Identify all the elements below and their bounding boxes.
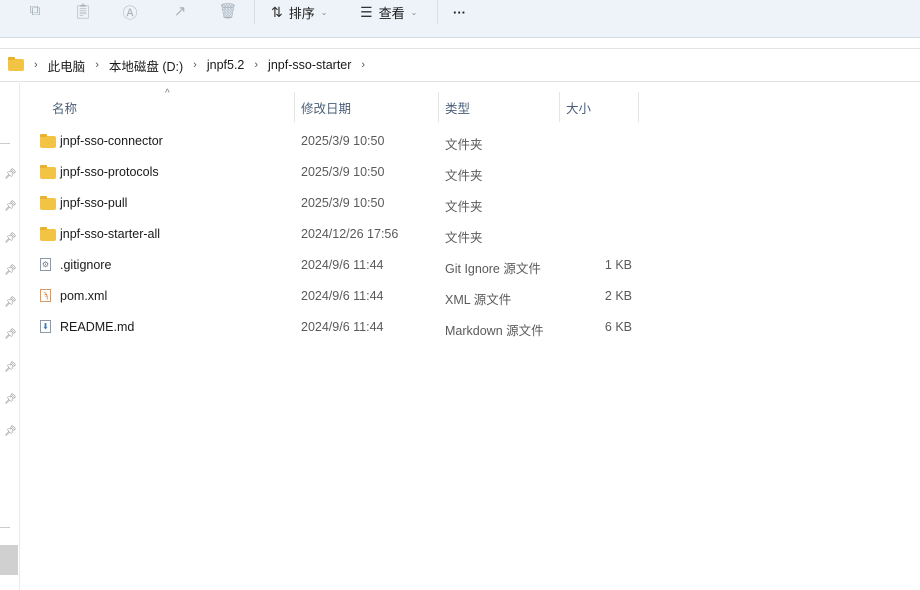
breadcrumb-item[interactable]: jnpf5.2 <box>207 58 245 72</box>
file-name: jnpf-sso-protocols <box>60 165 159 179</box>
file-date: 2025/3/9 10:50 <box>301 196 385 210</box>
chevron-down-icon: ⌄ <box>320 7 328 17</box>
divider <box>0 527 10 528</box>
sort-button[interactable]: ⇅ 排序 ⌄ <box>271 2 327 22</box>
folder-icon <box>40 196 56 210</box>
breadcrumb-item[interactable]: 此电脑 <box>48 56 86 75</box>
pin-icon[interactable]: 📌︎ <box>4 265 17 276</box>
divider <box>437 0 438 24</box>
chevron-right-icon[interactable]: › <box>254 59 258 71</box>
breadcrumb-item[interactable]: jnpf-sso-starter <box>268 58 351 72</box>
column-divider[interactable] <box>438 92 439 122</box>
file-type: 文件夹 <box>445 200 483 214</box>
folder-icon <box>8 57 24 71</box>
file-name: jnpf-sso-connector <box>60 134 163 148</box>
delete-icon[interactable]: 🗑︎ <box>217 2 239 20</box>
file-name: .gitignore <box>60 258 112 272</box>
column-header-type[interactable]: 类型 <box>445 92 470 122</box>
view-button[interactable]: ☰ 查看 ⌄ <box>360 2 417 22</box>
file-date: 2025/3/9 10:50 <box>301 134 385 148</box>
file-row[interactable]: ⬇ README.md 2024/9/6 11:44 Markdown 源文件 6… <box>38 314 638 342</box>
file-type: XML 源文件 <box>445 293 512 307</box>
chevron-down-icon: ⌄ <box>410 7 418 17</box>
paste-icon[interactable]: 📋︎ <box>72 2 94 20</box>
column-header-date[interactable]: 修改日期 <box>301 92 351 122</box>
rename-icon[interactable]: Ⓐ <box>119 2 141 22</box>
file-size: 1 KB <box>604 258 632 272</box>
column-divider[interactable] <box>294 92 295 122</box>
breadcrumb-item[interactable]: 本地磁盘 (D:) <box>109 56 183 75</box>
divider <box>0 143 10 144</box>
command-bar: ⧉ 📋︎ Ⓐ ↗ 🗑︎ ⇅ 排序 ⌄ ☰ 查看 ⌄ ··· <box>0 0 920 38</box>
file-name: pom.xml <box>60 289 108 303</box>
file-row[interactable]: jnpf-sso-connector 2025/3/9 10:50 文件夹 <box>38 128 638 156</box>
pin-icon[interactable]: 📌︎ <box>4 297 17 308</box>
sort-ascending-icon: ^ <box>165 88 170 99</box>
gear-file-icon: ⚙ <box>40 258 51 271</box>
file-row[interactable]: jnpf-sso-pull 2025/3/9 10:50 文件夹 <box>38 190 638 218</box>
share-icon[interactable]: ↗ <box>169 2 191 20</box>
chevron-right-icon[interactable]: › <box>95 59 99 71</box>
column-divider[interactable] <box>638 92 639 122</box>
file-name: README.md <box>60 320 135 334</box>
file-type: 文件夹 <box>445 169 483 183</box>
column-header-name[interactable]: 名称 <box>52 92 77 122</box>
file-date: 2024/9/6 11:44 <box>301 320 384 334</box>
file-date: 2024/9/6 11:44 <box>301 258 384 272</box>
folder-icon <box>40 134 56 148</box>
file-row[interactable]: jnpf-sso-starter-all 2024/12/26 17:56 文件… <box>38 221 638 249</box>
file-row[interactable]: ϡ pom.xml 2024/9/6 11:44 XML 源文件 2 KB <box>38 283 638 311</box>
file-type: 文件夹 <box>445 138 483 152</box>
file-size: 2 KB <box>604 289 632 303</box>
file-row[interactable]: ⚙ .gitignore 2024/9/6 11:44 Git Ignore 源文… <box>38 252 638 280</box>
chevron-right-icon[interactable]: › <box>34 59 38 71</box>
column-header-size[interactable]: 大小 <box>566 92 591 122</box>
pin-icon[interactable]: 📌︎ <box>4 201 17 212</box>
address-bar[interactable]: › 此电脑 › 本地磁盘 (D:) › jnpf5.2 › jnpf-sso-s… <box>0 48 920 82</box>
pin-icon[interactable]: 📌︎ <box>4 362 17 373</box>
folder-icon <box>40 227 56 241</box>
download-file-icon: ⬇ <box>40 320 51 333</box>
file-date: 2025/3/9 10:50 <box>301 165 385 179</box>
pin-icon[interactable]: 📌︎ <box>4 394 17 405</box>
rss-file-icon: ϡ <box>40 289 51 302</box>
file-date: 2024/9/6 11:44 <box>301 289 384 303</box>
divider <box>254 0 255 24</box>
sort-icon: ⇅ <box>271 3 283 20</box>
pin-icon[interactable]: 📌︎ <box>4 426 17 437</box>
file-name: jnpf-sso-pull <box>60 196 128 210</box>
scrollbar-thumb[interactable] <box>0 545 18 575</box>
file-date: 2024/12/26 17:56 <box>301 227 399 241</box>
pin-icon[interactable]: 📌︎ <box>4 169 17 180</box>
column-divider[interactable] <box>559 92 560 122</box>
navigation-pane: 📌︎ 📌︎ 📌︎ 📌︎ 📌︎ 📌︎ 📌︎ 📌︎ 📌︎ <box>0 83 20 590</box>
file-name: jnpf-sso-starter-all <box>60 227 161 241</box>
pin-icon[interactable]: 📌︎ <box>4 233 17 244</box>
file-row[interactable]: jnpf-sso-protocols 2025/3/9 10:50 文件夹 <box>38 159 638 187</box>
chevron-right-icon[interactable]: › <box>193 59 197 71</box>
view-icon: ☰ <box>360 3 373 20</box>
file-type: Markdown 源文件 <box>445 324 544 338</box>
file-type: Git Ignore 源文件 <box>445 262 541 276</box>
file-size: 6 KB <box>604 320 632 334</box>
folder-icon <box>40 165 56 179</box>
pin-icon[interactable]: 📌︎ <box>4 329 17 340</box>
chevron-right-icon[interactable]: › <box>361 59 365 71</box>
more-button[interactable]: ··· <box>453 2 466 22</box>
copy-icon[interactable]: ⧉ <box>24 2 46 20</box>
file-type: 文件夹 <box>445 231 483 245</box>
